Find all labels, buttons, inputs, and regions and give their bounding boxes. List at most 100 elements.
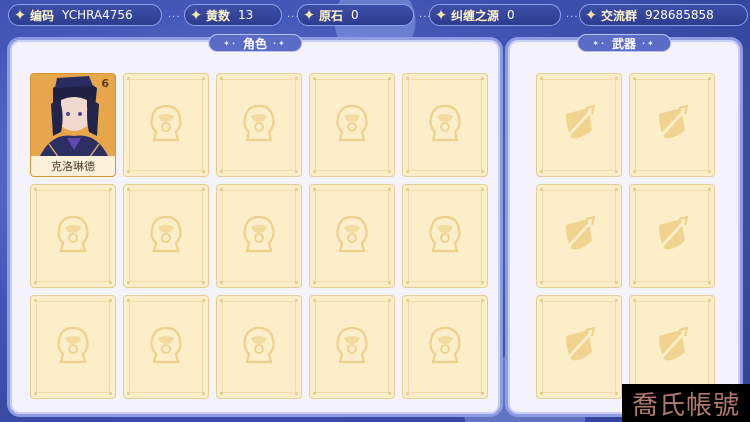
- empty-character-slot[interactable]: [216, 73, 302, 177]
- corner-ornament: [406, 77, 409, 80]
- corner-ornament: [127, 392, 130, 395]
- corner-ornament: [127, 299, 130, 302]
- corner-ornament: [109, 299, 112, 302]
- corner-ornament: [481, 77, 484, 80]
- empty-character-slot[interactable]: [30, 295, 116, 399]
- corner-ornament: [202, 77, 205, 80]
- characters-panel-header: ✦· 角色 ·✦: [208, 34, 302, 52]
- resource-bar: ✦ 编码 YCHRA4756 ··· ✦ 黄数 13 ··· ✦ 原石 0 ··…: [8, 4, 748, 28]
- intertwined-fate-label: 纠缠之源: [451, 8, 500, 23]
- constellation-level: 6: [101, 77, 109, 90]
- corner-ornament: [220, 170, 223, 173]
- corner-ornament: [388, 392, 391, 395]
- corner-ornament: [313, 77, 316, 80]
- corner-ornament: [127, 77, 130, 80]
- corner-ornament: [615, 188, 618, 191]
- corner-ornament: [481, 392, 484, 395]
- account-code-label: 编码: [30, 8, 55, 23]
- corner-ornament: [540, 299, 543, 302]
- intertwined-fate-pill[interactable]: ✦ 纠缠之源 0: [429, 4, 561, 26]
- corner-ornament: [633, 299, 636, 302]
- corner-ornament: [295, 77, 298, 80]
- empty-character-slot[interactable]: [402, 295, 488, 399]
- corner-ornament: [540, 170, 543, 173]
- corner-ornament: [481, 299, 484, 302]
- empty-weapon-slot[interactable]: [536, 73, 622, 177]
- corner-ornament: [633, 170, 636, 173]
- corner-ornament: [406, 299, 409, 302]
- sword-shield-icon: [651, 324, 693, 370]
- corner-ornament: [220, 281, 223, 284]
- corner-ornament: [313, 170, 316, 173]
- character-silhouette-icon: [146, 213, 186, 259]
- corner-ornament: [540, 188, 543, 191]
- empty-character-slot[interactable]: [123, 184, 209, 288]
- corner-ornament: [540, 392, 543, 395]
- empty-character-slot[interactable]: [123, 295, 209, 399]
- corner-ornament: [633, 281, 636, 284]
- empty-character-slot[interactable]: [402, 73, 488, 177]
- sword-shield-icon: [651, 102, 693, 148]
- character-card-clorinde[interactable]: 6 克洛琳德: [30, 73, 116, 177]
- primogem-value: 0: [351, 8, 359, 22]
- empty-weapon-slot[interactable]: [536, 295, 622, 399]
- weapons-panel: ✦· 武器 ·✦: [508, 34, 740, 414]
- account-code-pill[interactable]: ✦ 编码 YCHRA4756: [8, 4, 162, 26]
- empty-weapon-slot[interactable]: [536, 184, 622, 288]
- corner-ornament: [406, 281, 409, 284]
- empty-character-slot[interactable]: [216, 295, 302, 399]
- character-silhouette-icon: [425, 324, 465, 370]
- corner-ornament: [708, 170, 711, 173]
- empty-character-slot[interactable]: [30, 184, 116, 288]
- yellow-count-pill[interactable]: ✦ 黄数 13: [184, 4, 282, 26]
- corner-ornament: [295, 299, 298, 302]
- header-ornament: ·✦: [273, 38, 287, 48]
- empty-weapon-slot[interactable]: [629, 73, 715, 177]
- corner-ornament: [615, 299, 618, 302]
- group-chat-pill[interactable]: ✦ 交流群 928685858: [579, 4, 748, 26]
- corner-ornament: [313, 392, 316, 395]
- corner-ornament: [127, 170, 130, 173]
- empty-character-slot[interactable]: [309, 295, 395, 399]
- sword-shield-icon: [651, 213, 693, 259]
- corner-ornament: [388, 188, 391, 191]
- empty-weapon-slot[interactable]: [629, 184, 715, 288]
- corner-ornament: [708, 77, 711, 80]
- corner-ornament: [406, 392, 409, 395]
- corner-ornament: [615, 281, 618, 284]
- corner-ornament: [295, 281, 298, 284]
- character-silhouette-icon: [332, 102, 372, 148]
- corner-ornament: [202, 170, 205, 173]
- corner-ornament: [127, 188, 130, 191]
- corner-ornament: [34, 281, 37, 284]
- corner-ornament: [615, 77, 618, 80]
- corner-ornament: [109, 188, 112, 191]
- corner-ornament: [388, 299, 391, 302]
- characters-grid: 6 克洛琳德: [30, 73, 488, 399]
- character-silhouette-icon: [239, 102, 279, 148]
- sparkle-icon: ✦: [434, 6, 448, 24]
- corner-ornament: [540, 281, 543, 284]
- corner-ornament: [481, 281, 484, 284]
- sword-shield-icon: [558, 213, 600, 259]
- sparkle-icon: ✦: [302, 6, 316, 24]
- corner-ornament: [388, 170, 391, 173]
- corner-ornament: [220, 77, 223, 80]
- character-silhouette-icon: [146, 324, 186, 370]
- empty-character-slot[interactable]: [402, 184, 488, 288]
- character-silhouette-icon: [332, 213, 372, 259]
- sparkle-icon: ✦: [584, 6, 598, 24]
- corner-ornament: [295, 392, 298, 395]
- character-silhouette-icon: [146, 102, 186, 148]
- corner-ornament: [615, 392, 618, 395]
- characters-panel-title: 角色: [242, 36, 268, 51]
- empty-character-slot[interactable]: [123, 73, 209, 177]
- character-silhouette-icon: [53, 213, 93, 259]
- empty-character-slot[interactable]: [309, 184, 395, 288]
- empty-character-slot[interactable]: [309, 73, 395, 177]
- primogem-label: 原石: [319, 8, 344, 23]
- primogem-pill[interactable]: ✦ 原石 0: [297, 4, 414, 26]
- intertwined-fate-value: 0: [507, 8, 515, 22]
- character-name: 克洛琳德: [31, 156, 115, 176]
- empty-character-slot[interactable]: [216, 184, 302, 288]
